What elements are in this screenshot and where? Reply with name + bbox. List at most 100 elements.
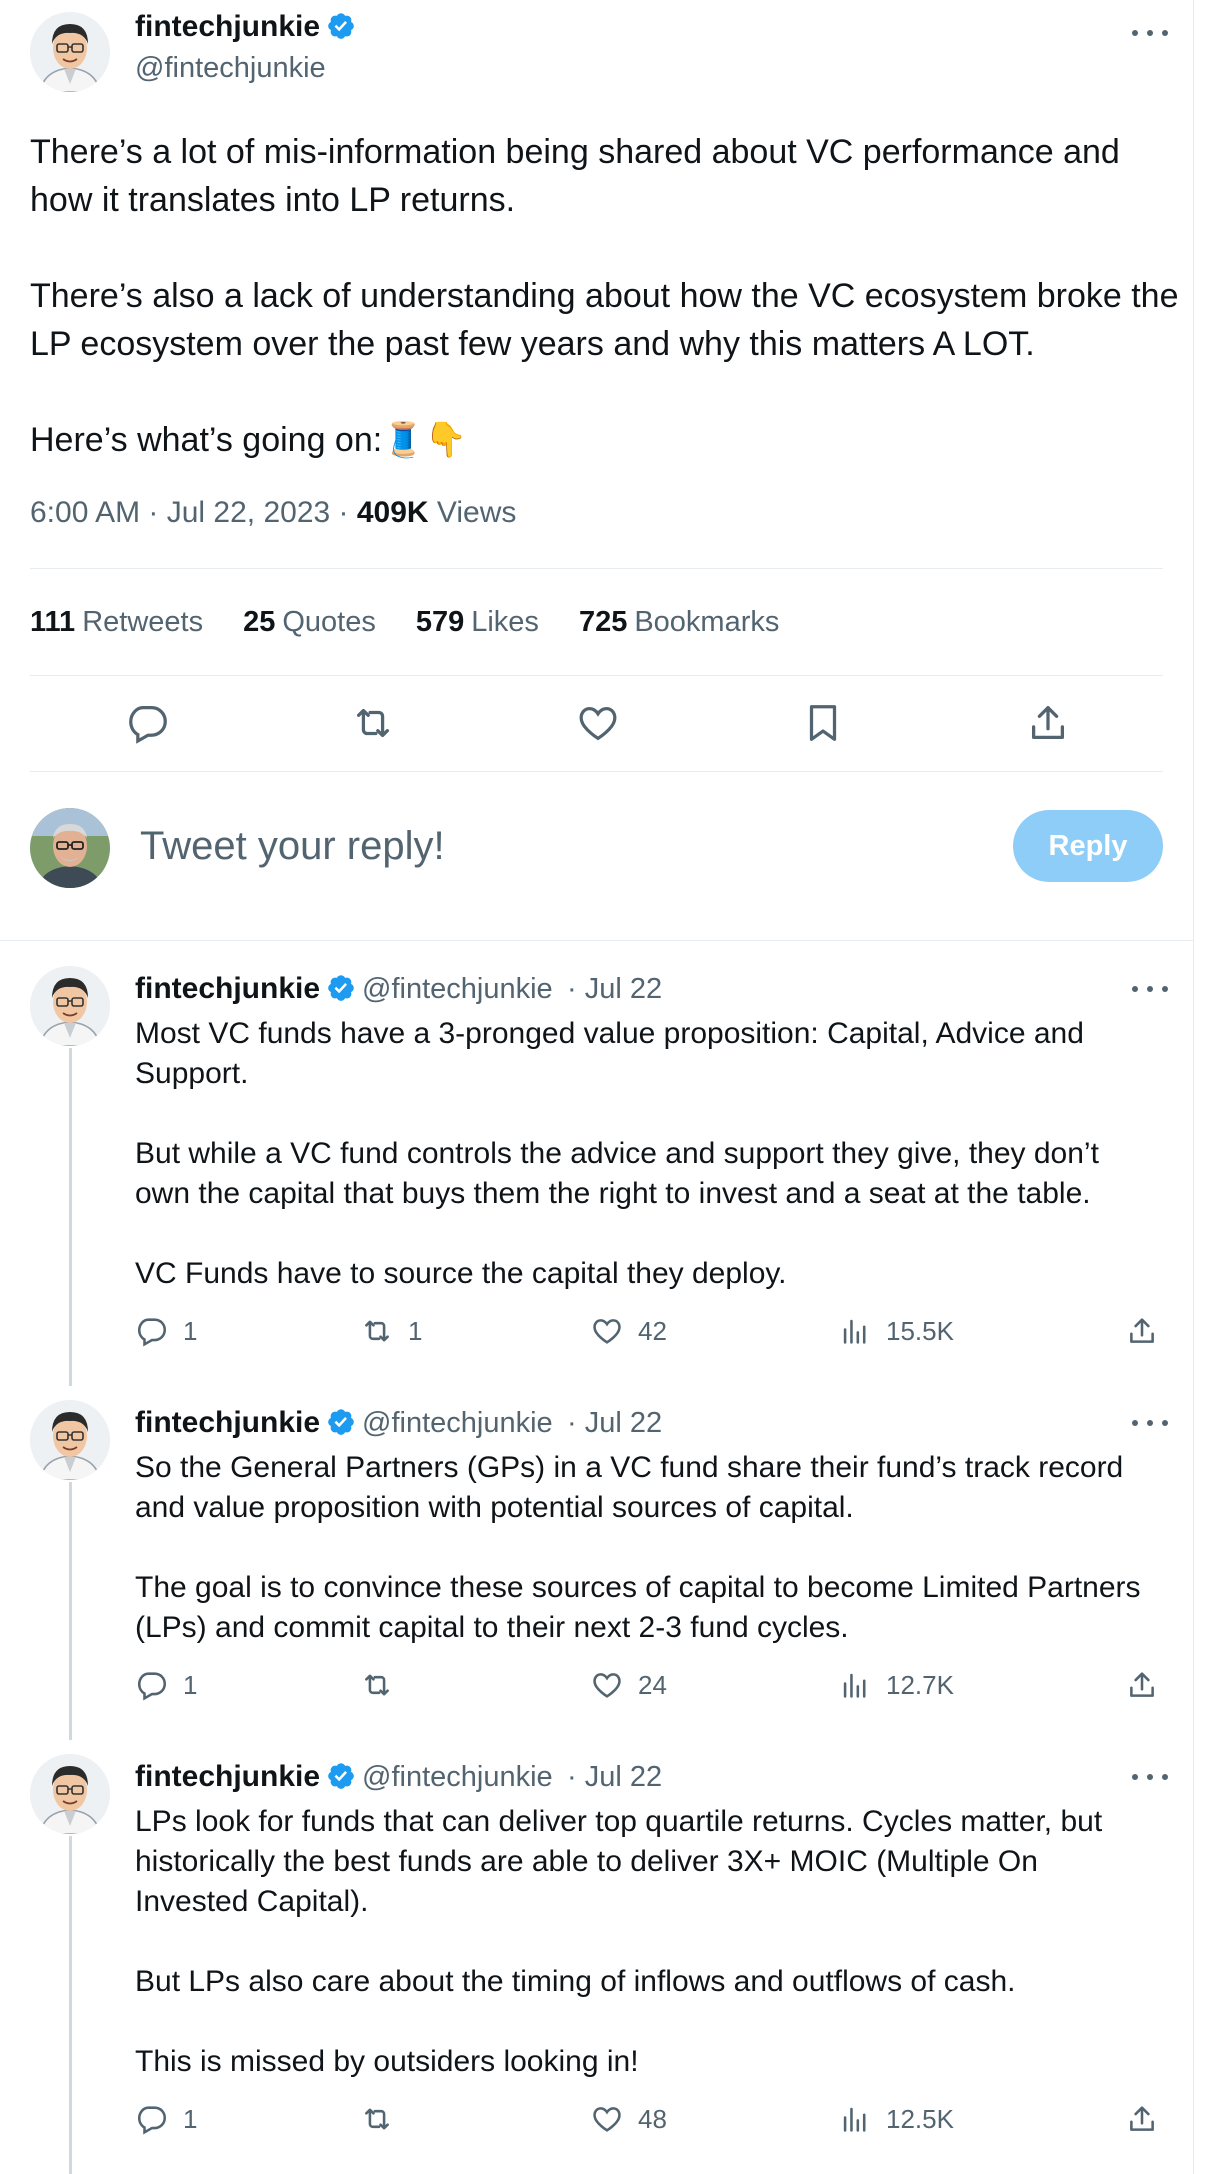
verified-badge-icon bbox=[326, 11, 356, 41]
view-count: 15.5K bbox=[886, 1315, 954, 1346]
view-count: 12.5K bbox=[886, 2103, 954, 2134]
analytics-icon bbox=[843, 2107, 866, 2132]
tweet-text: Most VC funds have a 3-pronged value pro… bbox=[135, 1017, 1099, 1290]
reply-icon bbox=[137, 2106, 167, 2135]
retweet-action[interactable]: 1 bbox=[360, 1314, 422, 1348]
reply-action[interactable]: 1 bbox=[135, 1314, 197, 1348]
tweet-header: fintechjunkie @fintechjunkie · Jul 22 bbox=[135, 972, 662, 1006]
tweet-date[interactable]: · Jul 22 bbox=[567, 1761, 662, 1793]
author-name[interactable]: fintechjunkie bbox=[135, 1406, 320, 1439]
reply-action[interactable]: 1 bbox=[135, 1668, 197, 1702]
tweet-actions: 1 24 12.7K bbox=[135, 1668, 1165, 1708]
reply-input[interactable]: Tweet your reply! bbox=[140, 824, 445, 869]
share-action[interactable] bbox=[1125, 2102, 1173, 2136]
reply-icon bbox=[137, 1318, 167, 1347]
tweet-meta: 6:00 AM · Jul 22, 2023 · 409K Views bbox=[30, 496, 516, 530]
divider bbox=[0, 940, 1194, 941]
tweet-header: fintechjunkie @fintechjunkie · Jul 22 bbox=[135, 1760, 662, 1794]
like-action[interactable]: 24 bbox=[590, 1668, 667, 1702]
reply-action[interactable]: 1 bbox=[135, 2102, 197, 2136]
tweet-actions: 1 48 12.5K bbox=[135, 2102, 1165, 2142]
divider bbox=[30, 771, 1163, 772]
main-tweet-actions bbox=[30, 700, 1163, 750]
like-icon[interactable] bbox=[575, 700, 621, 746]
tweet-header: fintechjunkie @fintechjunkie · Jul 22 bbox=[135, 1406, 662, 1440]
retweet-action[interactable] bbox=[360, 2102, 408, 2136]
share-action[interactable] bbox=[1125, 1314, 1173, 1348]
like-count: 48 bbox=[638, 2103, 667, 2134]
tweet-text: LPs look for funds that can deliver top … bbox=[135, 1805, 1103, 2078]
views-action[interactable]: 12.7K bbox=[838, 1668, 954, 1702]
reply-icon[interactable] bbox=[125, 700, 171, 746]
main-tweet-text: There’s a lot of mis-information being s… bbox=[30, 133, 1179, 459]
view-count: 12.7K bbox=[886, 1669, 954, 1700]
retweet-icon bbox=[365, 2108, 389, 2130]
views-label: Views bbox=[428, 496, 517, 529]
bookmark-icon[interactable] bbox=[800, 700, 846, 746]
retweet-icon bbox=[365, 1674, 389, 1696]
like-icon bbox=[593, 1319, 621, 1344]
tweet-actions: 1 1 42 15.5K bbox=[135, 1314, 1165, 1354]
thread-tweet: fintechjunkie @fintechjunkie · Jul 22 Mos… bbox=[0, 966, 1194, 1366]
like-count: 24 bbox=[638, 1669, 667, 1700]
tweet-date[interactable]: · Jul 22 bbox=[567, 973, 662, 1005]
thread-tweet: fintechjunkie @fintechjunkie · Jul 22 LPs… bbox=[0, 1754, 1194, 2174]
analytics-icon bbox=[843, 1319, 866, 1344]
engagement-stats: 111 Retweets 25 Quotes 579 Likes 725 Bookmar… bbox=[30, 606, 779, 639]
more-options-icon[interactable] bbox=[1128, 22, 1172, 42]
tweet-date[interactable]: · Jul 22 bbox=[567, 1407, 662, 1439]
views-action[interactable]: 15.5K bbox=[838, 1314, 954, 1348]
divider bbox=[30, 568, 1163, 569]
author-name[interactable]: fintechjunkie bbox=[135, 10, 320, 43]
author-avatar[interactable] bbox=[30, 12, 110, 92]
stat-retweets[interactable]: 111 Retweets bbox=[30, 606, 203, 639]
divider bbox=[30, 675, 1163, 676]
more-options-icon[interactable] bbox=[1128, 1766, 1172, 1786]
verified-badge-icon bbox=[326, 973, 356, 1003]
tweet-timestamp[interactable]: 6:00 AM · Jul 22, 2023 · bbox=[30, 496, 357, 529]
more-options-icon[interactable] bbox=[1128, 1412, 1172, 1432]
retweet-icon bbox=[365, 1320, 389, 1342]
like-icon bbox=[593, 2107, 621, 2132]
verified-badge-icon bbox=[326, 1761, 356, 1791]
author-avatar[interactable] bbox=[30, 1400, 110, 1480]
share-icon bbox=[1130, 1318, 1154, 1343]
verified-badge-icon bbox=[326, 1407, 356, 1437]
like-action[interactable]: 48 bbox=[590, 2102, 667, 2136]
author-handle[interactable]: @fintechjunkie bbox=[135, 52, 356, 85]
tweet-thread: fintechjunkie @fintechjunkie There’s a l… bbox=[0, 0, 1194, 2174]
reply-composer: Tweet your reply! Reply bbox=[30, 808, 1163, 888]
share-icon[interactable] bbox=[1025, 700, 1071, 746]
like-action[interactable]: 42 bbox=[590, 1314, 667, 1348]
views-action[interactable]: 12.5K bbox=[838, 2102, 954, 2136]
stat-likes[interactable]: 579 Likes bbox=[416, 606, 539, 639]
tweet-text: So the General Partners (GPs) in a VC fu… bbox=[135, 1451, 1141, 1644]
author-avatar[interactable] bbox=[30, 966, 110, 1046]
analytics-icon bbox=[843, 1673, 866, 1698]
share-icon bbox=[1130, 2106, 1154, 2131]
retweet-action[interactable] bbox=[360, 1668, 408, 1702]
thread-tweet: fintechjunkie @fintechjunkie · Jul 22 So … bbox=[0, 1400, 1194, 1730]
more-options-icon[interactable] bbox=[1128, 978, 1172, 998]
stat-quotes[interactable]: 25 Quotes bbox=[243, 606, 376, 639]
stat-bookmarks[interactable]: 725 Bookmarks bbox=[579, 606, 779, 639]
author-name[interactable]: fintechjunkie bbox=[135, 972, 320, 1005]
share-icon bbox=[1130, 1672, 1154, 1697]
author-handle[interactable]: @fintechjunkie bbox=[362, 1407, 553, 1439]
reply-icon bbox=[137, 1672, 167, 1701]
author-name[interactable]: fintechjunkie bbox=[135, 1760, 320, 1793]
author-handle[interactable]: @fintechjunkie bbox=[362, 973, 553, 1005]
retweet-count: 1 bbox=[408, 1315, 423, 1346]
like-count: 42 bbox=[638, 1315, 667, 1346]
reply-button[interactable]: Reply bbox=[1013, 810, 1163, 882]
reply-count: 1 bbox=[183, 1315, 198, 1346]
share-action[interactable] bbox=[1125, 1668, 1173, 1702]
author-avatar[interactable] bbox=[30, 1754, 110, 1834]
current-user-avatar[interactable] bbox=[30, 808, 110, 888]
retweet-icon[interactable] bbox=[350, 700, 396, 746]
main-tweet-header: fintechjunkie @fintechjunkie bbox=[135, 10, 356, 85]
views-count: 409K bbox=[356, 496, 429, 529]
author-handle[interactable]: @fintechjunkie bbox=[362, 1761, 553, 1793]
reply-count: 1 bbox=[183, 1669, 198, 1700]
reply-count: 1 bbox=[183, 2103, 198, 2134]
